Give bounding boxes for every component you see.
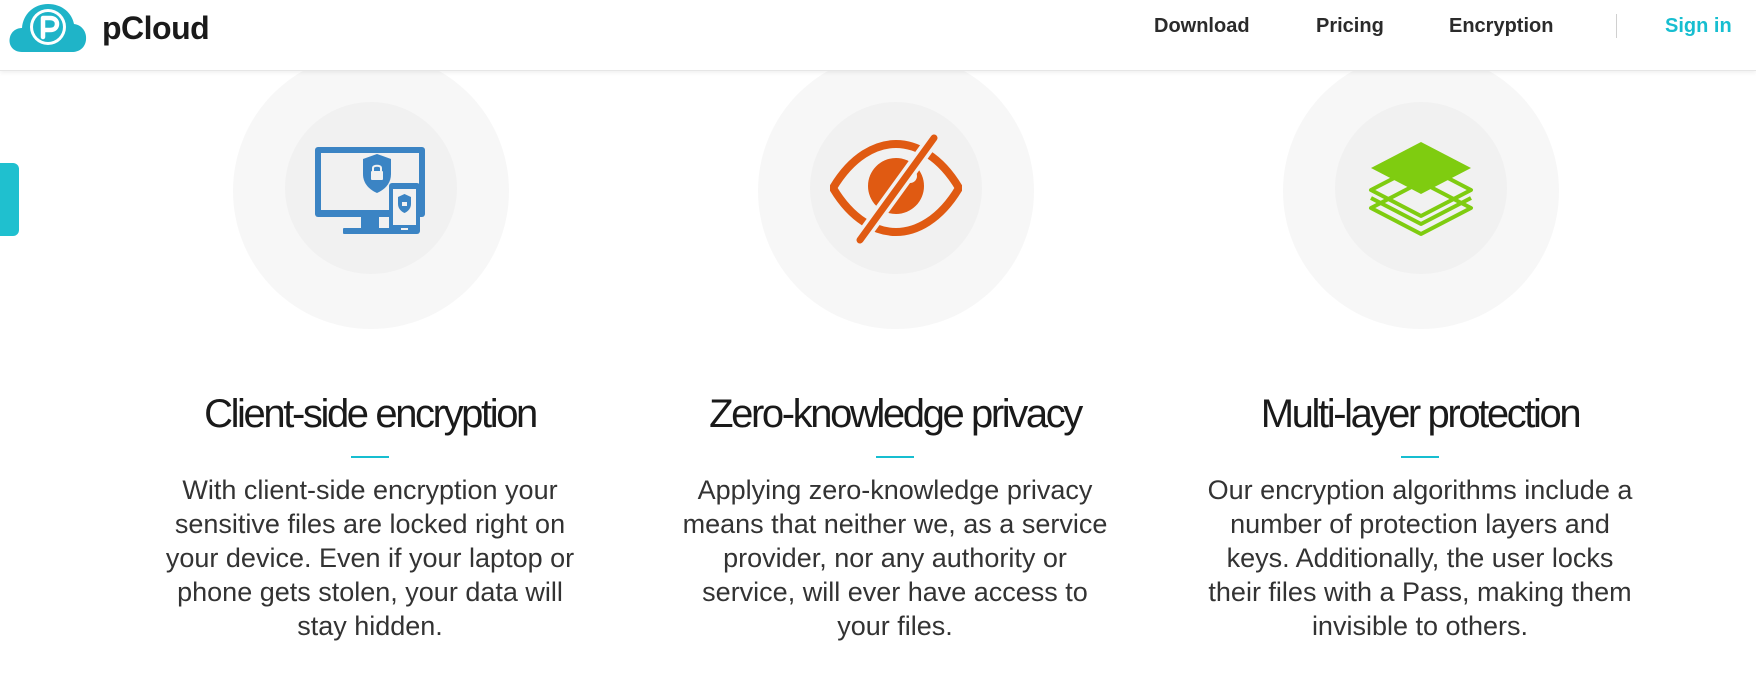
brand-name: pCloud bbox=[102, 9, 210, 46]
feature-title: Zero-knowledge privacy bbox=[709, 392, 1083, 436]
feature-title: Client-side encryption bbox=[204, 392, 538, 436]
layers-icon bbox=[1369, 142, 1473, 236]
feature-zero-knowledge-privacy: Zero-knowledge privacy Applying zero-kno… bbox=[675, 0, 1115, 697]
feature-description: With client-side encryption your sensiti… bbox=[165, 475, 575, 641]
side-feedback-tab[interactable] bbox=[0, 163, 19, 236]
feature-client-side-encryption: Client-side encryption With client-side … bbox=[150, 0, 590, 697]
feature-description: Applying zero-knowledge privacy means th… bbox=[682, 475, 1108, 641]
nav-divider bbox=[1616, 14, 1617, 38]
nav-download-link[interactable]: Download bbox=[1154, 15, 1250, 38]
feature-multi-layer-protection: Multi-layer protection Our encryption al… bbox=[1200, 0, 1640, 697]
nav-pricing-link[interactable]: Pricing bbox=[1316, 15, 1384, 38]
title-underline bbox=[876, 456, 914, 458]
devices-shield-icon bbox=[315, 147, 425, 234]
title-underline bbox=[351, 456, 389, 458]
title-underline bbox=[1401, 456, 1439, 458]
pcloud-cloud-icon bbox=[9, 4, 87, 52]
feature-description: Our encryption algorithms include a numb… bbox=[1207, 475, 1633, 641]
sign-in-link[interactable]: Sign in bbox=[1665, 15, 1732, 38]
eye-slash-icon bbox=[830, 131, 962, 247]
feature-title: Multi-layer protection bbox=[1260, 392, 1582, 436]
site-header: pCloud Download Pricing Encryption Sign … bbox=[0, 0, 1756, 71]
nav-encryption-link[interactable]: Encryption bbox=[1449, 15, 1553, 38]
pcloud-logo[interactable]: pCloud bbox=[8, 0, 210, 56]
